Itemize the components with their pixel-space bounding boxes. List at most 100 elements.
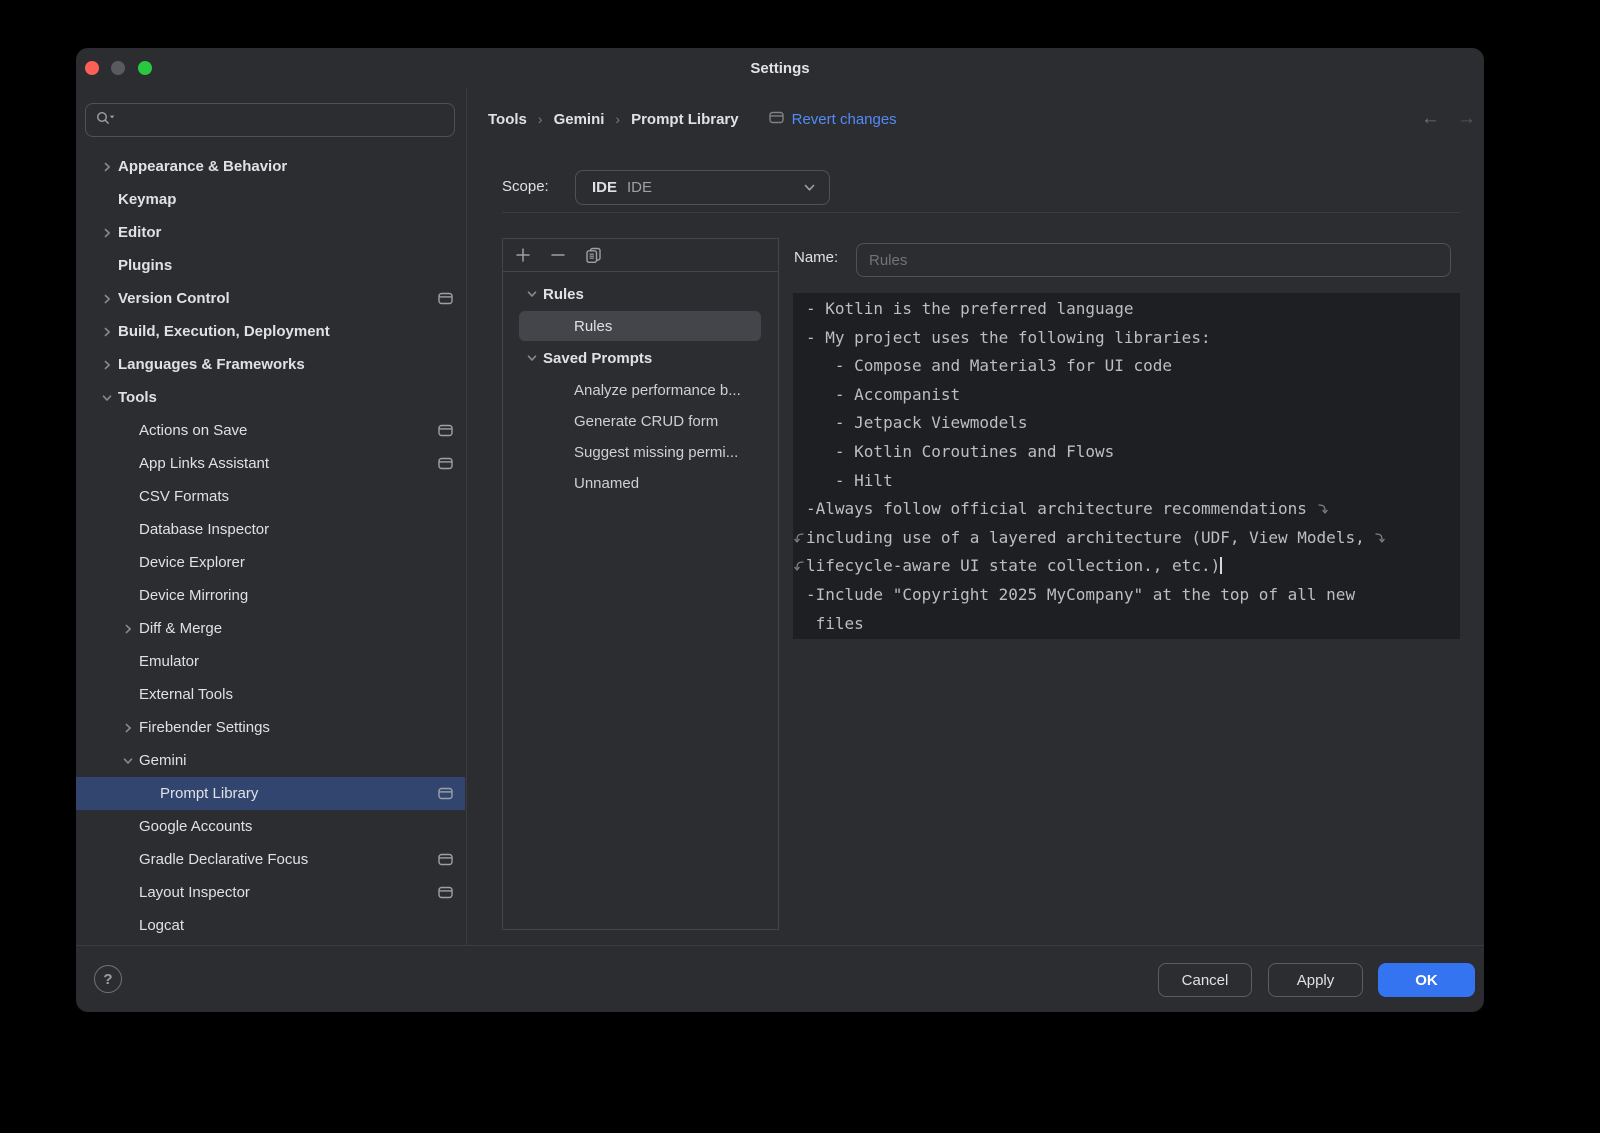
editor-line-text: -Include "Copyright 2025 MyCompany" at t… — [806, 585, 1355, 604]
settings-nav: Appearance & Behavior Keymap EditorPlugins… — [76, 150, 465, 945]
prompt-item-analyze-performance-b[interactable]: Analyze performance b... — [519, 375, 761, 405]
editor-line: lifecycle-aware UI state collection., et… — [806, 552, 1460, 581]
sidebar-item-csv-formats[interactable]: CSV Formats — [76, 480, 465, 513]
prompt-item-label: Analyze performance b... — [574, 382, 741, 399]
chevron-down-icon[interactable] — [122, 755, 139, 767]
sidebar-item-emulator[interactable]: Emulator — [76, 645, 465, 678]
prompt-group-saved-prompts[interactable]: Saved Prompts — [503, 342, 778, 374]
sidebar-item-build-execution-deployment[interactable]: Build, Execution, Deployment — [76, 315, 465, 348]
breadcrumb-separator: › — [538, 111, 543, 127]
add-prompt-button[interactable] — [512, 244, 534, 266]
prompt-editor[interactable]: - Kotlin is the preferred language - My p… — [793, 293, 1460, 639]
search-input[interactable] — [118, 112, 454, 129]
prompt-group-label: Saved Prompts — [543, 350, 652, 367]
editor-line: - Jetpack Viewmodels — [806, 409, 1460, 438]
remove-prompt-button[interactable] — [547, 244, 569, 266]
chevron-right-icon[interactable] — [101, 326, 118, 338]
back-arrow-icon[interactable]: ← — [1421, 106, 1440, 132]
sidebar-item-gradle-declarative-focus[interactable]: Gradle Declarative Focus — [76, 843, 465, 876]
sidebar-item-editor[interactable]: Editor — [76, 216, 465, 249]
revert-changes-link[interactable]: Revert changes — [769, 111, 897, 128]
settings-sidebar: Appearance & Behavior Keymap EditorPlugins… — [76, 88, 467, 945]
breadcrumb-separator: › — [615, 111, 620, 127]
sidebar-item-label: Keymap — [118, 191, 176, 208]
sidebar-item-tools[interactable]: Tools — [76, 381, 465, 414]
ok-button[interactable]: OK — [1378, 963, 1475, 997]
breadcrumb-prompt-library[interactable]: Prompt Library — [631, 111, 739, 128]
sidebar-item-label: Device Mirroring — [139, 587, 248, 604]
sidebar-item-label: Build, Execution, Deployment — [118, 323, 330, 340]
editor-line: including use of a layered architecture … — [806, 524, 1460, 553]
editor-line-text: - My project uses the following librarie… — [806, 328, 1211, 347]
sidebar-item-languages-frameworks[interactable]: Languages & Frameworks — [76, 348, 465, 381]
sidebar-item-label: Gemini — [139, 752, 187, 769]
chevron-down-icon[interactable] — [526, 288, 543, 300]
editor-line: -Always follow official architecture rec… — [806, 495, 1460, 524]
sidebar-item-label: Firebender Settings — [139, 719, 270, 736]
chevron-right-icon[interactable] — [122, 623, 139, 635]
header-separator — [502, 212, 1460, 213]
minimize-button[interactable] — [111, 61, 125, 75]
sidebar-item-firebender-settings[interactable]: Firebender Settings — [76, 711, 465, 744]
chevron-right-icon[interactable] — [101, 161, 118, 173]
prompt-item-suggest-missing-permi[interactable]: Suggest missing permi... — [519, 437, 761, 467]
editor-line-text: - Kotlin Coroutines and Flows — [806, 442, 1114, 461]
sidebar-item-label: Google Accounts — [139, 818, 252, 835]
ide-settings-icon — [438, 292, 453, 305]
duplicate-prompt-button[interactable] — [582, 244, 604, 266]
sidebar-item-device-explorer[interactable]: Device Explorer — [76, 546, 465, 579]
editor-line-text: - Kotlin is the preferred language — [806, 299, 1134, 318]
prompt-group-label: Rules — [543, 286, 584, 303]
chevron-down-icon[interactable] — [526, 352, 543, 364]
sidebar-item-version-control[interactable]: Version Control — [76, 282, 465, 315]
settings-search[interactable] — [85, 103, 455, 137]
name-field[interactable] — [856, 243, 1451, 277]
sidebar-item-app-links-assistant[interactable]: App Links Assistant — [76, 447, 465, 480]
prompt-item-label: Generate CRUD form — [574, 413, 718, 430]
chevron-right-icon[interactable] — [101, 293, 118, 305]
sidebar-item-prompt-library[interactable]: Prompt Library — [76, 777, 465, 810]
scope-label: Scope: — [502, 178, 549, 195]
editor-line: - Accompanist — [806, 381, 1460, 410]
sidebar-item-label: Diff & Merge — [139, 620, 222, 637]
ide-settings-icon — [438, 457, 453, 470]
scope-select[interactable]: IDE IDE — [575, 170, 830, 205]
help-button[interactable]: ? — [94, 965, 122, 993]
chevron-down-icon[interactable] — [101, 392, 118, 404]
sidebar-item-actions-on-save[interactable]: Actions on Save — [76, 414, 465, 447]
sidebar-item-layout-inspector[interactable]: Layout Inspector — [76, 876, 465, 909]
prompt-item-generate-crud-form[interactable]: Generate CRUD form — [519, 406, 761, 436]
chevron-right-icon[interactable] — [101, 227, 118, 239]
sidebar-item-diff-merge[interactable]: Diff & Merge — [76, 612, 465, 645]
text-caret — [1220, 557, 1222, 574]
sidebar-item-label: App Links Assistant — [139, 455, 269, 472]
cancel-button[interactable]: Cancel — [1158, 963, 1252, 997]
editor-line-text: - Jetpack Viewmodels — [806, 413, 1028, 432]
sidebar-item-plugins[interactable]: Plugins — [76, 249, 465, 282]
sidebar-item-logcat[interactable]: Logcat — [76, 909, 465, 942]
zoom-button[interactable] — [138, 61, 152, 75]
sidebar-item-label: Tools — [118, 389, 157, 406]
chevron-right-icon[interactable] — [101, 359, 118, 371]
breadcrumb-gemini[interactable]: Gemini — [554, 111, 605, 128]
editor-line: files — [806, 610, 1460, 639]
ide-settings-icon — [438, 424, 453, 437]
close-button[interactable] — [85, 61, 99, 75]
sidebar-item-appearance-behavior[interactable]: Appearance & Behavior — [76, 150, 465, 183]
sidebar-item-keymap[interactable]: Keymap — [76, 183, 465, 216]
sidebar-item-device-mirroring[interactable]: Device Mirroring — [76, 579, 465, 612]
sidebar-item-gemini[interactable]: Gemini — [76, 744, 465, 777]
ide-settings-icon — [769, 111, 784, 128]
apply-button[interactable]: Apply — [1268, 963, 1363, 997]
prompt-item-rules[interactable]: Rules — [519, 311, 761, 341]
sidebar-item-database-inspector[interactable]: Database Inspector — [76, 513, 465, 546]
prompt-group-rules[interactable]: Rules — [503, 278, 778, 310]
chevron-right-icon[interactable] — [122, 722, 139, 734]
forward-arrow-icon[interactable]: → — [1457, 106, 1476, 132]
prompt-item-unnamed[interactable]: Unnamed — [519, 468, 761, 498]
sidebar-item-external-tools[interactable]: External Tools — [76, 678, 465, 711]
sidebar-item-label: Version Control — [118, 290, 230, 307]
sidebar-item-label: Actions on Save — [139, 422, 247, 439]
sidebar-item-google-accounts[interactable]: Google Accounts — [76, 810, 465, 843]
breadcrumb-tools[interactable]: Tools — [488, 111, 527, 128]
